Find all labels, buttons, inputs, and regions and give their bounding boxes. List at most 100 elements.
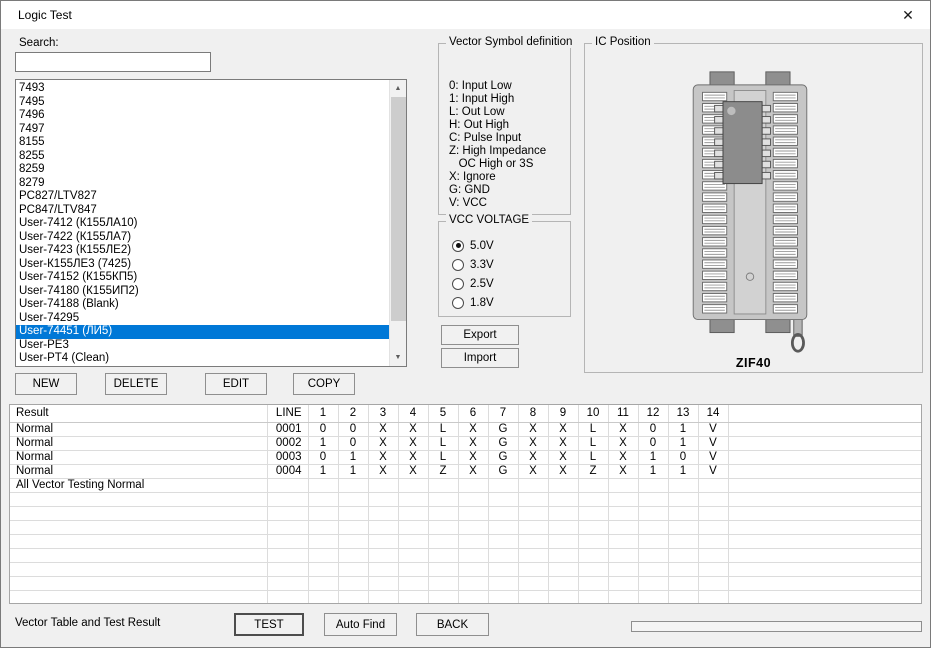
chip-list-item[interactable]: User-7412 (К155ЛА10): [16, 217, 389, 231]
vector-cell: [698, 534, 728, 548]
vector-cell: [458, 548, 488, 562]
vector-cell: 0: [668, 450, 698, 464]
vector-cell: [668, 562, 698, 576]
filler-cell: [728, 548, 921, 562]
chip-list-item[interactable]: User-74152 (К155КП5): [16, 271, 389, 285]
scrollbar-down-icon[interactable]: ▼: [390, 349, 406, 366]
vcc-option-50V[interactable]: 5.0V: [439, 236, 570, 255]
filler-cell: [728, 422, 921, 436]
chip-list-item[interactable]: User-74188 (Blank): [16, 298, 389, 312]
table-row[interactable]: All Vector Testing Normal: [10, 478, 921, 492]
vector-cell: X: [368, 464, 398, 478]
back-button[interactable]: BACK: [416, 613, 489, 636]
vector-cell: [458, 576, 488, 590]
radio-icon: [452, 297, 464, 309]
line-cell: [267, 492, 308, 506]
vcc-option-18V[interactable]: 1.8V: [439, 293, 570, 312]
new-button[interactable]: NEW: [15, 373, 77, 395]
line-cell: [267, 548, 308, 562]
vector-cell: [308, 576, 338, 590]
column-header: 2: [338, 405, 368, 422]
column-header: 13: [668, 405, 698, 422]
line-cell: [267, 534, 308, 548]
result-cell: Normal: [10, 436, 267, 450]
search-input[interactable]: [15, 52, 211, 72]
vector-cell: [368, 548, 398, 562]
vector-cell: [428, 590, 458, 604]
chip-list-item[interactable]: 7495: [16, 96, 389, 110]
export-button[interactable]: Export: [441, 325, 519, 345]
vector-cell: [368, 478, 398, 492]
chip-list-item[interactable]: 8279: [16, 177, 389, 191]
chip-list-item[interactable]: User-PT4 (Clean): [16, 352, 389, 366]
vector-cell: [548, 562, 578, 576]
vector-cell: G: [488, 450, 518, 464]
column-header: 4: [398, 405, 428, 422]
chip-list-item[interactable]: User-7423 (К155ЛЕ2): [16, 244, 389, 258]
chip-list-item[interactable]: 8155: [16, 136, 389, 150]
chip-list-item[interactable]: User-К155ЛЕ3 (7425): [16, 258, 389, 272]
copy-button[interactable]: COPY: [293, 373, 355, 395]
vector-cell: [608, 534, 638, 548]
vector-cell: [608, 492, 638, 506]
result-cell: [10, 576, 267, 590]
chip-list-item[interactable]: 8255: [16, 150, 389, 164]
vector-cell: [518, 506, 548, 520]
vector-cell: L: [578, 422, 608, 436]
table-row-empty: [10, 576, 921, 590]
vector-cell: [488, 534, 518, 548]
vector-cell: [428, 478, 458, 492]
vector-cell: [398, 506, 428, 520]
vector-cell: [548, 548, 578, 562]
line-cell: [267, 562, 308, 576]
table-row[interactable]: Normal000411XXZXGXXZX11V: [10, 464, 921, 478]
scrollbar-thumb[interactable]: [391, 97, 406, 321]
vector-cell: X: [608, 422, 638, 436]
dialog-content: Search: 74937495749674978155825582598279…: [1, 29, 930, 647]
vector-cell: [338, 520, 368, 534]
table-row[interactable]: Normal000100XXLXGXXLX01V: [10, 422, 921, 436]
radio-icon: [452, 240, 464, 252]
result-cell: Normal: [10, 450, 267, 464]
column-header: 12: [638, 405, 668, 422]
chip-list-item[interactable]: PC847/LTV847: [16, 204, 389, 218]
filler-cell: [728, 534, 921, 548]
column-header: 3: [368, 405, 398, 422]
edit-button[interactable]: EDIT: [205, 373, 267, 395]
delete-button[interactable]: DELETE: [105, 373, 167, 395]
vcc-option-33V[interactable]: 3.3V: [439, 255, 570, 274]
test-button[interactable]: TEST: [234, 613, 304, 636]
scrollbar-up-icon[interactable]: ▲: [390, 80, 406, 97]
vector-cell: G: [488, 464, 518, 478]
vector-cell: [368, 562, 398, 576]
vector-cell: [548, 520, 578, 534]
line-cell: [267, 478, 308, 492]
vector-cell: X: [368, 436, 398, 450]
chip-list-item[interactable]: 8259: [16, 163, 389, 177]
column-header: 10: [578, 405, 608, 422]
auto-find-button[interactable]: Auto Find: [324, 613, 397, 636]
filler-cell: [728, 506, 921, 520]
vcc-option-label: 1.8V: [470, 297, 494, 309]
close-button[interactable]: ✕: [886, 1, 930, 29]
vector-cell: [338, 534, 368, 548]
chip-list-item[interactable]: 7497: [16, 123, 389, 137]
chip-list-item[interactable]: 7496: [16, 109, 389, 123]
vector-cell: [398, 562, 428, 576]
vector-symbol-line: L: Out Low: [449, 106, 568, 119]
vector-cell: [668, 478, 698, 492]
table-row[interactable]: Normal000210XXLXGXXLX01V: [10, 436, 921, 450]
import-button[interactable]: Import: [441, 348, 519, 368]
chip-list-item[interactable]: User-74451 (ЛИ5): [16, 325, 389, 339]
chip-list-item[interactable]: User-74295: [16, 312, 389, 326]
filler-cell: [728, 520, 921, 534]
chip-list-item[interactable]: User-74180 (К155ИП2): [16, 285, 389, 299]
vcc-option-25V[interactable]: 2.5V: [439, 274, 570, 293]
table-row[interactable]: Normal000301XXLXGXXLX10V: [10, 450, 921, 464]
chip-list-item[interactable]: User-7422 (К155ЛА7): [16, 231, 389, 245]
chip-list-item[interactable]: 7493: [16, 82, 389, 96]
chip-list-item[interactable]: PC827/LTV827: [16, 190, 389, 204]
vector-cell: [608, 548, 638, 562]
chip-list-item[interactable]: User-PE3: [16, 339, 389, 353]
chip-list-scrollbar[interactable]: ▲ ▼: [389, 80, 406, 366]
